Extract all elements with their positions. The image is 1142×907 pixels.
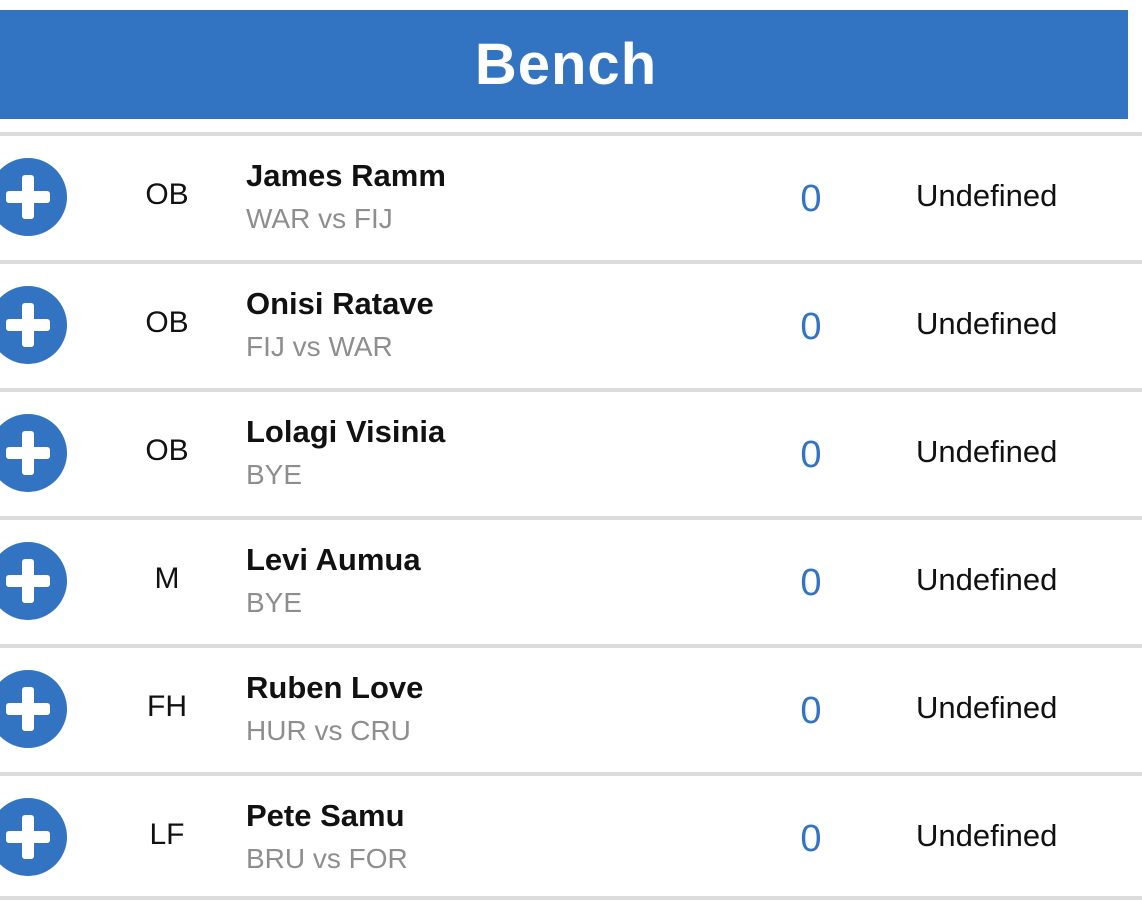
player-fixture: HUR vs CRU bbox=[246, 715, 411, 746]
plus-circle-icon bbox=[6, 175, 50, 219]
player-points: 0 bbox=[800, 562, 822, 604]
add-player-button[interactable] bbox=[0, 798, 67, 876]
player-status: Undefined bbox=[916, 178, 1058, 213]
list-item[interactable]: OB Onisi Ratave FIJ vs WAR 0 Undefined bbox=[0, 260, 1142, 388]
plus-circle-icon bbox=[6, 559, 50, 603]
player-position: OB bbox=[145, 434, 189, 467]
player-points: 0 bbox=[800, 178, 822, 220]
player-position: M bbox=[154, 562, 180, 595]
player-position: LF bbox=[149, 818, 185, 851]
player-status: Undefined bbox=[916, 306, 1058, 341]
player-fixture: BYE bbox=[246, 587, 303, 618]
bench-list: OB James Ramm WAR vs FIJ 0 Undefined OB … bbox=[0, 132, 1142, 900]
player-status: Undefined bbox=[916, 434, 1058, 469]
player-fixture: FIJ vs WAR bbox=[246, 331, 393, 362]
player-points: 0 bbox=[800, 690, 822, 732]
player-position: OB bbox=[145, 306, 189, 339]
bench-header: Bench bbox=[0, 10, 1128, 119]
player-name[interactable]: Onisi Ratave bbox=[246, 286, 434, 322]
player-status: Undefined bbox=[916, 690, 1058, 725]
page-title: Bench bbox=[474, 32, 658, 97]
player-name[interactable]: Levi Aumua bbox=[246, 542, 421, 578]
player-points: 0 bbox=[800, 818, 822, 860]
player-position: FH bbox=[147, 690, 187, 723]
player-points: 0 bbox=[800, 306, 822, 348]
player-fixture: BYE bbox=[246, 459, 303, 490]
list-item[interactable]: LF Pete Samu BRU vs FOR 0 Undefined bbox=[0, 772, 1142, 900]
list-item[interactable]: FH Ruben Love HUR vs CRU 0 Undefined bbox=[0, 644, 1142, 772]
player-points: 0 bbox=[800, 434, 822, 476]
list-item[interactable]: M Levi Aumua BYE 0 Undefined bbox=[0, 516, 1142, 644]
add-player-button[interactable] bbox=[0, 286, 67, 364]
player-status: Undefined bbox=[916, 818, 1058, 853]
list-item[interactable]: OB Lolagi Visinia BYE 0 Undefined bbox=[0, 388, 1142, 516]
plus-circle-icon bbox=[6, 431, 50, 475]
plus-circle-icon bbox=[6, 303, 50, 347]
add-player-button[interactable] bbox=[0, 542, 67, 620]
player-name[interactable]: Pete Samu bbox=[246, 798, 405, 834]
player-name[interactable]: Lolagi Visinia bbox=[246, 414, 445, 450]
player-status: Undefined bbox=[916, 562, 1058, 597]
player-name[interactable]: Ruben Love bbox=[246, 670, 423, 706]
player-fixture: BRU vs FOR bbox=[246, 843, 408, 874]
add-player-button[interactable] bbox=[0, 670, 67, 748]
player-position: OB bbox=[145, 178, 189, 211]
plus-circle-icon bbox=[6, 687, 50, 731]
add-player-button[interactable] bbox=[0, 158, 67, 236]
player-name[interactable]: James Ramm bbox=[246, 158, 446, 194]
list-item[interactable]: OB James Ramm WAR vs FIJ 0 Undefined bbox=[0, 132, 1142, 260]
add-player-button[interactable] bbox=[0, 414, 67, 492]
plus-circle-icon bbox=[6, 815, 50, 859]
player-fixture: WAR vs FIJ bbox=[246, 203, 393, 234]
